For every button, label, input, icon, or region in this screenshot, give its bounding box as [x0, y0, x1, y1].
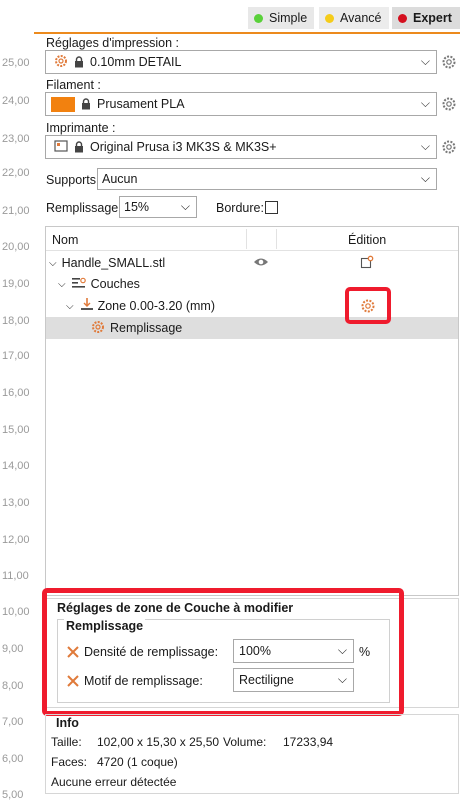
eye-icon[interactable]: [253, 256, 269, 271]
column-name-header[interactable]: Nom: [52, 233, 78, 247]
zone-label: Zone 0.00-3.20 (mm): [97, 299, 216, 313]
tree-row-layers[interactable]: ⌵ Couches: [46, 273, 458, 295]
info-title: Info: [54, 716, 81, 730]
infill-item-label: Remplissage: [110, 321, 183, 335]
chevron-down-icon[interactable]: ⌵: [49, 258, 57, 269]
chevron-down-icon: ⌵: [420, 139, 430, 153]
lock-icon: [81, 98, 91, 110]
chevron-down-icon: ⌵: [420, 171, 430, 185]
print-settings-value: 0.10mm DETAIL: [90, 55, 182, 69]
ruler-tick: 22,00: [2, 167, 30, 179]
ruler-tick: 25,00: [2, 57, 30, 69]
mode-simple-button[interactable]: Simple: [248, 7, 314, 29]
tree-row-infill[interactable]: Remplissage: [46, 317, 458, 339]
supports-combo[interactable]: Aucun ⌵: [97, 168, 437, 190]
ruler-tick: 24,00: [2, 95, 30, 107]
printer-settings-gear-icon: [54, 54, 68, 71]
filament-label: Filament :: [46, 78, 101, 92]
zone-gear-highlight: [345, 287, 391, 324]
layer-range-icon: [80, 298, 94, 314]
supports-value: Aucun: [102, 172, 138, 186]
infill-gear-icon: [91, 320, 105, 337]
mode-bar: Simple Avancé Expert: [34, 0, 460, 34]
ruler-tick: 18,00: [2, 315, 30, 327]
tree-row-object[interactable]: ⌵ Handle_SMALL.stl: [46, 252, 458, 274]
printer-label: Imprimante :: [46, 121, 116, 135]
ruler-tick: 17,00: [2, 350, 30, 362]
ruler-tick: 15,00: [2, 424, 30, 436]
ruler-tick: 9,00: [2, 643, 24, 655]
avance-dot-icon: [325, 13, 334, 23]
brim-label: Bordure:: [216, 201, 264, 215]
column-edit-header[interactable]: Édition: [348, 233, 386, 247]
ruler-tick: 7,00: [2, 716, 24, 728]
ruler-tick: 19,00: [2, 278, 30, 290]
ruler-tick: 6,00: [2, 753, 24, 765]
tree-row-zone[interactable]: ⌵ Zone 0.00-3.20 (mm): [46, 295, 458, 317]
errors-status: Aucune erreur détectée: [51, 775, 177, 789]
volume-value: 17233,94: [283, 735, 334, 749]
object-list-header: Nom Édition: [46, 227, 458, 251]
ruler-tick: 12,00: [2, 534, 30, 546]
layers-icon: [71, 277, 86, 292]
simple-dot-icon: [254, 13, 263, 23]
ruler-tick: 13,00: [2, 497, 30, 509]
printer-gear-icon[interactable]: [441, 139, 457, 155]
infill-combo[interactable]: 15% ⌵: [119, 196, 197, 218]
object-name: Handle_SMALL.stl: [61, 256, 166, 270]
size-label: Taille:: [51, 735, 82, 749]
infill-value: 15%: [124, 200, 150, 214]
mode-avance-button[interactable]: Avancé: [319, 7, 389, 29]
filament-value: Prusament PLA: [97, 97, 185, 111]
mode-expert-label: Expert: [413, 11, 452, 25]
chevron-down-icon: ⌵: [180, 199, 190, 213]
ruler-tick: 11,00: [2, 570, 29, 582]
lock-icon: [74, 141, 84, 153]
ruler-tick: 20,00: [2, 241, 30, 253]
edit-settings-icon[interactable]: [360, 255, 374, 272]
chevron-down-icon: ⌵: [420, 96, 430, 110]
filament-gear-icon[interactable]: [441, 96, 457, 112]
print-settings-combo[interactable]: 0.10mm DETAIL ⌵: [45, 50, 437, 74]
zone-settings-highlight: [42, 588, 404, 716]
faces-label: Faces:: [51, 755, 88, 769]
layers-label: Couches: [90, 277, 140, 291]
printer-icon: [54, 139, 68, 156]
ruler-tick: 10,00: [2, 606, 30, 618]
chevron-down-icon: ⌵: [420, 54, 430, 68]
print-settings-label: Réglages d'impression :: [46, 36, 180, 50]
ruler-tick: 8,00: [2, 680, 24, 692]
expert-dot-icon: [398, 13, 407, 23]
size-value: 102,00 x 15,30 x 25,50: [97, 735, 220, 749]
ruler-tick: 5,00: [2, 789, 24, 801]
ruler-tick: 14,00: [2, 460, 30, 472]
lock-icon: [74, 56, 84, 68]
printer-combo[interactable]: Original Prusa i3 MK3S & MK3S+ ⌵: [45, 135, 437, 159]
printer-value: Original Prusa i3 MK3S & MK3S+: [90, 140, 277, 154]
ruler-tick: 16,00: [2, 387, 30, 399]
infill-label: Remplissage:: [46, 201, 122, 215]
filament-color-swatch: [51, 96, 75, 112]
ruler-tick: 23,00: [2, 133, 30, 145]
chevron-down-icon[interactable]: ⌵: [66, 301, 74, 312]
supports-label: Supports:: [46, 173, 100, 187]
filament-combo[interactable]: Prusament PLA ⌵: [45, 92, 437, 116]
layer-height-ruler: 25,00 24,00 23,00 22,00 21,00 20,00 19,0…: [0, 0, 34, 803]
mode-simple-label: Simple: [269, 11, 308, 25]
chevron-down-icon[interactable]: ⌵: [58, 279, 66, 290]
faces-value: 4720 (1 coque): [97, 755, 178, 769]
object-list: Nom Édition ⌵ Handle_SMALL.stl ⌵ Couches…: [45, 226, 459, 596]
volume-label: Volume:: [223, 735, 267, 749]
print-settings-gear-icon[interactable]: [441, 54, 457, 70]
brim-checkbox[interactable]: [265, 201, 278, 214]
mode-expert-button[interactable]: Expert: [392, 7, 460, 29]
mode-avance-label: Avancé: [340, 11, 382, 25]
ruler-tick: 21,00: [2, 205, 30, 217]
